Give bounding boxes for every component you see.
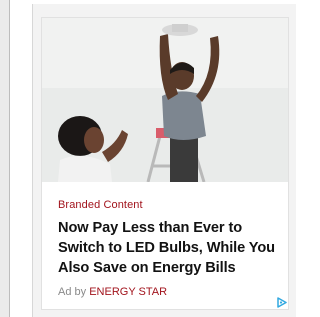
advertiser-link[interactable]: ENERGY STAR bbox=[89, 286, 167, 298]
advertiser-line: Ad by ENERGY STAR bbox=[58, 286, 167, 298]
adchoices-icon[interactable] bbox=[276, 297, 287, 308]
ad-by-label: Ad by bbox=[58, 286, 87, 298]
ad-headline-link[interactable]: Now Pay Less than Ever to Switch to LED … bbox=[58, 218, 284, 278]
ad-photo-icon[interactable] bbox=[42, 18, 288, 182]
sponsored-ad-card[interactable]: Branded Content Now Pay Less than Ever t… bbox=[41, 17, 289, 310]
branded-content-label: Branded Content bbox=[58, 199, 143, 211]
page: Branded Content Now Pay Less than Ever t… bbox=[0, 0, 296, 317]
left-scroll-strip bbox=[0, 0, 10, 317]
